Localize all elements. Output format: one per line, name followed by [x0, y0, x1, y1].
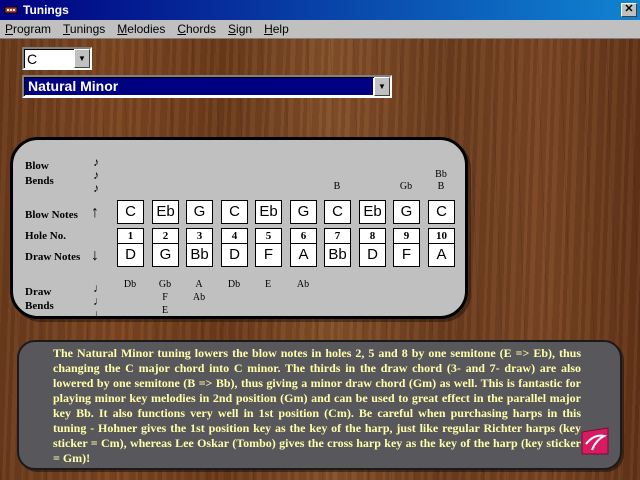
menu-item[interactable]: Melodies [112, 22, 170, 36]
flat-sign-icon: ♪ [93, 181, 99, 195]
draw-note-cell: Bb [324, 243, 351, 267]
draw-note-cell: G [152, 243, 179, 267]
menu-item-mnemonic: H [264, 22, 273, 36]
flat-sign-icon: ♩ [93, 294, 105, 308]
blow-bend-note: Bb [435, 169, 447, 180]
menu-bar: Program Tunings Melodies Chords Sign Help [0, 20, 640, 39]
harp-chart-panel: Blow Bends Blow Notes Hole No. Draw Note… [10, 137, 468, 321]
menu-item-label: hords [186, 22, 217, 36]
menu-item-label: ign [236, 22, 253, 36]
draw-note-cell: F [255, 243, 282, 267]
window-title: Tunings [23, 3, 69, 17]
menu-item-label: rogram [13, 22, 52, 36]
draw-bend-note: Ab [192, 292, 206, 303]
draw-note-cell: D [221, 243, 248, 267]
menu-item-mnemonic: C [177, 22, 186, 36]
draw-bends-label: Bends [25, 300, 54, 312]
blow-bends-label: Bends [25, 175, 54, 187]
blow-note-cell: Eb [255, 200, 282, 224]
draw-note-cell: A [290, 243, 317, 267]
hole-number-cell: 6 [290, 228, 317, 244]
title-bar[interactable]: Tunings ✕ [0, 0, 640, 20]
blow-note-cell: Eb [152, 200, 179, 224]
blow-note-cell: G [186, 200, 213, 224]
close-icon: ✕ [624, 3, 634, 15]
tuning-description: The Natural Minor tuning lowers the blow… [53, 346, 581, 465]
draw-bend-note: Ab [296, 279, 310, 290]
hole-number-cell: 10 [428, 228, 455, 244]
chevron-down-icon[interactable]: ▼ [374, 77, 390, 96]
arrow-up-icon: ↑ [91, 204, 99, 221]
draw-bend-note: A [195, 279, 203, 290]
flat-sign-icon: ♩ [93, 281, 105, 295]
flat-sign-icon: ♩ [93, 307, 105, 321]
hole-number-cell: 9 [393, 228, 420, 244]
menu-item[interactable]: Program [0, 22, 56, 36]
blow-label: Blow [25, 160, 49, 172]
lee-oskar-logo-icon [580, 426, 610, 456]
blow-note-cell: C [324, 200, 351, 224]
harmonica-icon [3, 2, 19, 18]
hole-number-cell: 5 [255, 228, 282, 244]
draw-note-cell: D [359, 243, 386, 267]
draw-note-cell: Bb [186, 243, 213, 267]
key-select[interactable]: C ▼ [22, 47, 92, 70]
menu-item-mnemonic: P [5, 22, 14, 36]
tunings-window: Tunings ✕ Program Tunings Melodies Chords Si… [0, 0, 640, 480]
menu-item-mnemonic: S [228, 22, 237, 36]
draw-bend-note: Db [123, 279, 137, 290]
draw-bend-note: E [161, 305, 169, 316]
tuning-description-panel: The Natural Minor tuning lowers the blow… [17, 340, 622, 470]
menu-item-label: elodies [127, 22, 166, 36]
tuning-select-value: Natural Minor [25, 78, 373, 95]
draw-bend-note: E [264, 279, 272, 290]
menu-item[interactable]: Tunings [58, 22, 110, 36]
blow-note-cell: C [221, 200, 248, 224]
blow-bend-note: B [333, 181, 341, 192]
menu-item-mnemonic: M [117, 22, 128, 36]
menu-item-label: unings [69, 22, 106, 36]
menu-item[interactable]: Chords [172, 22, 221, 36]
draw-note-cell: D [117, 243, 144, 267]
hole-number-cell: 3 [186, 228, 213, 244]
menu-item-mnemonic: T [63, 22, 70, 36]
draw-note-cell: F [393, 243, 420, 267]
hole-number-cell: 4 [221, 228, 248, 244]
menu-item-label: elp [272, 22, 289, 36]
hole-number-cell: 1 [117, 228, 144, 244]
blow-note-cell: G [290, 200, 317, 224]
blow-note-cell: C [117, 200, 144, 224]
hole-number-label: Hole No. [25, 230, 66, 242]
blow-notes-label: Blow Notes [25, 209, 78, 221]
hole-number-cell: 8 [359, 228, 386, 244]
menu-item[interactable]: Help [259, 22, 294, 36]
blow-note-cell: Eb [359, 200, 386, 224]
draw-notes-label: Draw Notes [25, 251, 81, 263]
tuning-select[interactable]: Natural Minor ▼ [22, 75, 392, 98]
draw-bend-note: F [162, 292, 168, 303]
menu-item[interactable]: Sign [223, 22, 257, 36]
draw-label: Draw [25, 286, 52, 298]
draw-bend-note: Db [227, 279, 241, 290]
arrow-down-icon: ↓ [91, 247, 99, 264]
draw-bend-note: Gb [158, 279, 172, 290]
hole-number-cell: 2 [152, 228, 179, 244]
flat-sign-icon: ♪ [93, 155, 99, 169]
flat-sign-icon: ♪ [93, 168, 99, 182]
blow-bend-note: B [437, 181, 445, 192]
chevron-down-icon[interactable]: ▼ [74, 49, 90, 68]
hole-number-cell: 7 [324, 228, 351, 244]
blow-bend-note: Gb [399, 181, 413, 192]
key-select-value: C [27, 50, 38, 67]
close-button[interactable]: ✕ [621, 3, 637, 17]
draw-note-cell: A [428, 243, 455, 267]
blow-note-cell: G [393, 200, 420, 224]
blow-note-cell: C [428, 200, 455, 224]
